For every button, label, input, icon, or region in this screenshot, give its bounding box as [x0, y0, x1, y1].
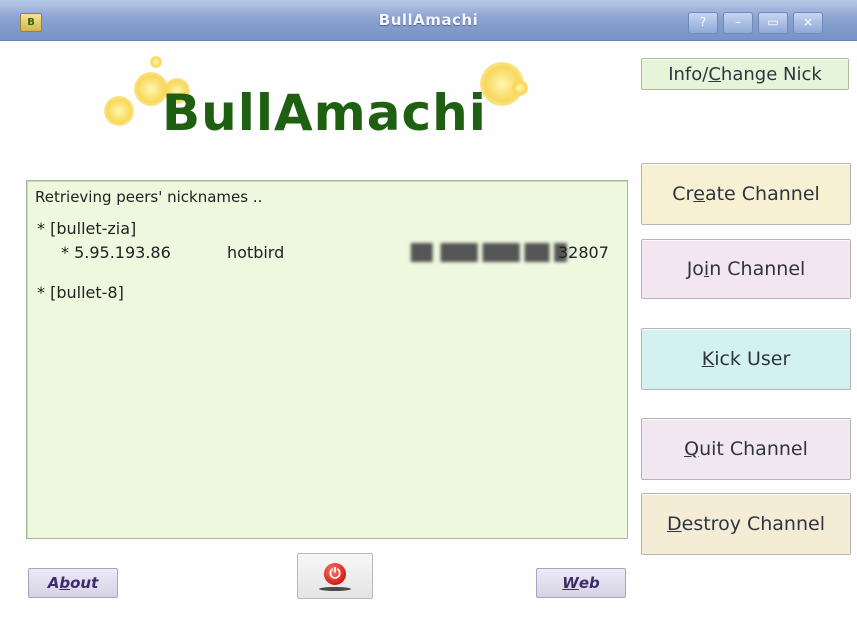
main-window: B BullAmachi ? – ▭ × BullAmachi Info/Cha… — [0, 0, 857, 617]
power-button[interactable]: ⏻ — [297, 553, 373, 599]
sparkle-icon — [512, 80, 528, 96]
help-button[interactable]: ? — [688, 12, 718, 34]
sparkle-icon — [150, 56, 162, 68]
quit-channel-button[interactable]: Quit Channel — [641, 418, 851, 480]
kick-user-button[interactable]: Kick User — [641, 328, 851, 390]
web-button[interactable]: Web — [536, 568, 626, 598]
minimize-button[interactable]: – — [723, 12, 753, 34]
info-change-nick-button[interactable]: Info/Change Nick — [641, 58, 849, 90]
about-button[interactable]: Ab out — [28, 568, 118, 598]
maximize-button[interactable]: ▭ — [758, 12, 788, 34]
sparkle-icon — [104, 96, 134, 126]
log-line: Retrieving peers' nicknames .. — [35, 188, 263, 206]
log-line: * [bullet-8] — [37, 283, 124, 302]
title-bar[interactable]: B BullAmachi ? – ▭ × — [0, 0, 857, 41]
bullamachi-logo: BullAmachi — [104, 56, 540, 162]
logo-text: BullAmachi — [162, 84, 487, 142]
log-line: 32807 — [558, 243, 609, 262]
power-icon-shadow — [319, 587, 351, 591]
power-icon: ⏻ — [324, 563, 346, 585]
peer-log[interactable]: Retrieving peers' nicknames .. * [bullet… — [26, 180, 628, 539]
log-line: * 5.95.193.86 — [61, 243, 171, 262]
blurred-address: █▊ ███ ███ ██ █: — [411, 243, 573, 262]
log-line: hotbird — [227, 243, 285, 262]
close-button[interactable]: × — [793, 12, 823, 34]
log-line: * [bullet-zia] — [37, 219, 137, 238]
destroy-channel-button[interactable]: Destroy Channel — [641, 493, 851, 555]
join-channel-button[interactable]: Jo i n Channel — [641, 239, 851, 299]
create-channel-button[interactable]: Cr e ate Channel — [641, 163, 851, 225]
